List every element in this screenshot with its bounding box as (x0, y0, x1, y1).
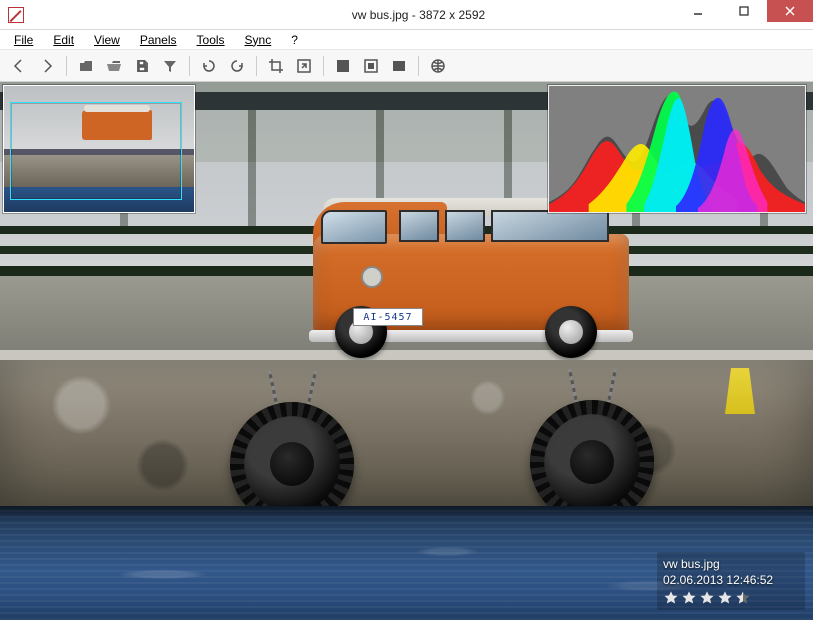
open-button[interactable] (73, 53, 99, 79)
rating-stars[interactable] (663, 590, 799, 606)
save-button[interactable] (129, 53, 155, 79)
overlay-datetime: 02.06.2013 12:46:52 (663, 572, 799, 588)
toolbar: 1:1 (0, 50, 813, 82)
fullscreen-button[interactable] (330, 53, 356, 79)
menu-tools[interactable]: Tools (189, 32, 233, 48)
titlebar: vw bus.jpg - 3872 x 2592 (0, 0, 813, 30)
crop-button[interactable] (263, 53, 289, 79)
navigator-viewport-box[interactable] (10, 102, 182, 200)
next-button[interactable] (34, 53, 60, 79)
scene-quay-shadow (0, 506, 813, 520)
maximize-button[interactable] (721, 0, 767, 22)
navigator-panel[interactable] (3, 85, 195, 213)
scene-bus: AI-5457 (313, 192, 629, 356)
histogram-chart (549, 86, 805, 212)
prev-button[interactable] (6, 53, 32, 79)
zoom-fit-button[interactable] (358, 53, 384, 79)
menubar: File Edit View Panels Tools Sync ? (0, 30, 813, 50)
image-canvas[interactable]: AI-5457 vw bus.jpg 02.06.2013 12:46:52 (0, 82, 813, 620)
rotate-right-button[interactable] (224, 53, 250, 79)
close-button[interactable] (767, 0, 813, 22)
overlay-filename: vw bus.jpg (663, 556, 799, 572)
menu-view[interactable]: View (86, 32, 128, 48)
menu-help[interactable]: ? (283, 32, 306, 48)
resize-button[interactable] (291, 53, 317, 79)
star-icon[interactable] (717, 590, 733, 606)
menu-file[interactable]: File (6, 32, 41, 48)
menu-edit[interactable]: Edit (45, 32, 82, 48)
star-icon[interactable] (663, 590, 679, 606)
filter-button[interactable] (157, 53, 183, 79)
histogram-panel[interactable] (548, 85, 806, 213)
minimize-button[interactable] (675, 0, 721, 22)
window-controls (675, 0, 813, 29)
scene-license-plate: AI-5457 (353, 308, 423, 326)
menu-sync[interactable]: Sync (237, 32, 280, 48)
zoom-100-button[interactable]: 1:1 (386, 53, 412, 79)
open-folder-button[interactable] (101, 53, 127, 79)
menu-panels[interactable]: Panels (132, 32, 185, 48)
rotate-left-button[interactable] (196, 53, 222, 79)
svg-text:1:1: 1:1 (395, 65, 404, 71)
scene-quay (0, 360, 813, 510)
star-icon[interactable] (699, 590, 715, 606)
star-half-icon[interactable] (735, 590, 751, 606)
app-icon (8, 7, 24, 23)
geo-button[interactable] (425, 53, 451, 79)
star-icon[interactable] (681, 590, 697, 606)
info-overlay: vw bus.jpg 02.06.2013 12:46:52 (657, 552, 805, 610)
